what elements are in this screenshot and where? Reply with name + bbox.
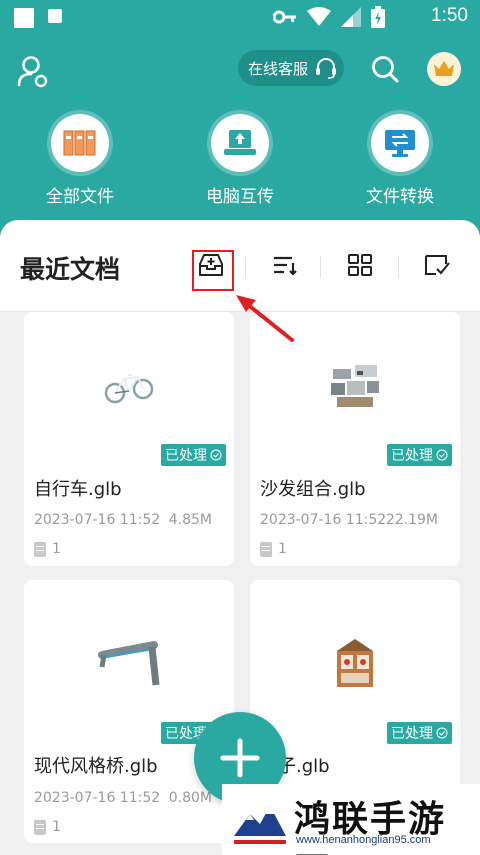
recent-documents-title: 最近文档 — [20, 255, 121, 284]
file-date: 2023-07-16 11:52 — [34, 790, 161, 806]
sort-icon[interactable] — [270, 250, 300, 280]
processed-badge: 已处理 — [161, 444, 226, 466]
check-circle-icon — [436, 449, 448, 461]
file-name: 沙发组合.glb — [260, 479, 366, 500]
plus-icon — [220, 738, 260, 778]
status-icons — [273, 6, 385, 28]
wifi-icon — [307, 7, 331, 26]
file-size: 0.80M — [168, 790, 212, 806]
bicycle-model-icon — [104, 374, 154, 404]
check-circle-icon — [436, 727, 448, 739]
search-icon[interactable] — [370, 54, 400, 84]
headset-icon — [316, 58, 336, 79]
watermark-logo-icon — [232, 792, 288, 848]
file-thumbnail — [24, 590, 234, 740]
feature-label: 文件转换 — [366, 187, 434, 207]
online-service-button[interactable]: 在线客服 — [238, 50, 344, 86]
online-service-label: 在线客服 — [248, 59, 309, 78]
file-size: 4.85M — [168, 512, 212, 528]
cabinet-model-icon — [337, 639, 373, 687]
file-card[interactable]: 已处理 自行车.glb 2023-07-16 11:52 4.85M 1 — [24, 312, 234, 566]
battery-icon — [371, 6, 385, 28]
file-pages: 1 — [34, 819, 61, 835]
file-thumbnail — [250, 590, 460, 740]
import-highlight-box — [192, 250, 234, 291]
toolbar-divider — [245, 256, 246, 278]
feature-label: 全部文件 — [46, 187, 114, 207]
document-icon — [260, 541, 272, 557]
signal-icon — [341, 7, 361, 27]
key-icon — [273, 10, 296, 24]
feature-file-convert[interactable]: 文件转换 — [340, 114, 460, 207]
recent-documents-header: 最近文档 — [0, 220, 480, 312]
grid-view-icon[interactable] — [345, 250, 375, 280]
file-date: 2023-07-16 11:52 — [34, 512, 161, 528]
toolbar-divider — [320, 256, 321, 278]
monitor-convert-icon — [385, 130, 415, 157]
file-size: 22.19M — [385, 512, 438, 528]
watermark-url: www.henanhonglian95.com — [296, 834, 431, 846]
notification-icon — [14, 8, 34, 28]
toolbar-divider — [398, 256, 399, 278]
file-card[interactable]: 已处理 现代风格桥.glb 2023-07-16 11:52 0.80M 1 — [24, 580, 234, 843]
file-pages: 1 — [34, 541, 61, 557]
processed-badge: 已处理 — [387, 444, 452, 466]
sofa-set-model-icon — [331, 365, 379, 407]
file-pages: 1 — [260, 541, 287, 557]
file-name: 自行车.glb — [34, 479, 122, 500]
feature-all-files[interactable]: 全部文件 — [20, 114, 140, 207]
site-watermark: 鸿联手游网 www.henanhonglian95.com — [222, 784, 480, 855]
document-icon — [34, 819, 46, 835]
folder-binders-icon — [63, 130, 96, 156]
app-header: 在线客服 全部文件 电脑互传 文件转换 — [0, 36, 480, 236]
feature-label: 电脑互传 — [206, 187, 274, 207]
processed-badge: 已处理 — [387, 722, 452, 744]
file-thumbnail — [250, 312, 460, 462]
vip-crown-icon[interactable] — [427, 52, 461, 86]
notification-icon-2 — [48, 9, 62, 23]
status-bar: 1:50 — [0, 0, 480, 36]
file-thumbnail — [24, 312, 234, 462]
laptop-transfer-icon — [224, 130, 256, 155]
check-circle-icon — [210, 449, 222, 461]
clock: 1:50 — [431, 5, 468, 26]
file-date: 2023-07-16 11:52 — [260, 512, 387, 528]
document-icon — [34, 541, 46, 557]
file-card[interactable]: 已处理 沙发组合.glb 2023-07-16 11:52 22.19M 1 — [250, 312, 460, 566]
feature-pc-transfer[interactable]: 电脑互传 — [180, 114, 300, 207]
user-settings-icon[interactable] — [16, 54, 50, 88]
file-name: 现代风格桥.glb — [34, 756, 158, 777]
bridge-model-icon — [98, 641, 160, 686]
multi-select-icon[interactable] — [422, 250, 452, 280]
